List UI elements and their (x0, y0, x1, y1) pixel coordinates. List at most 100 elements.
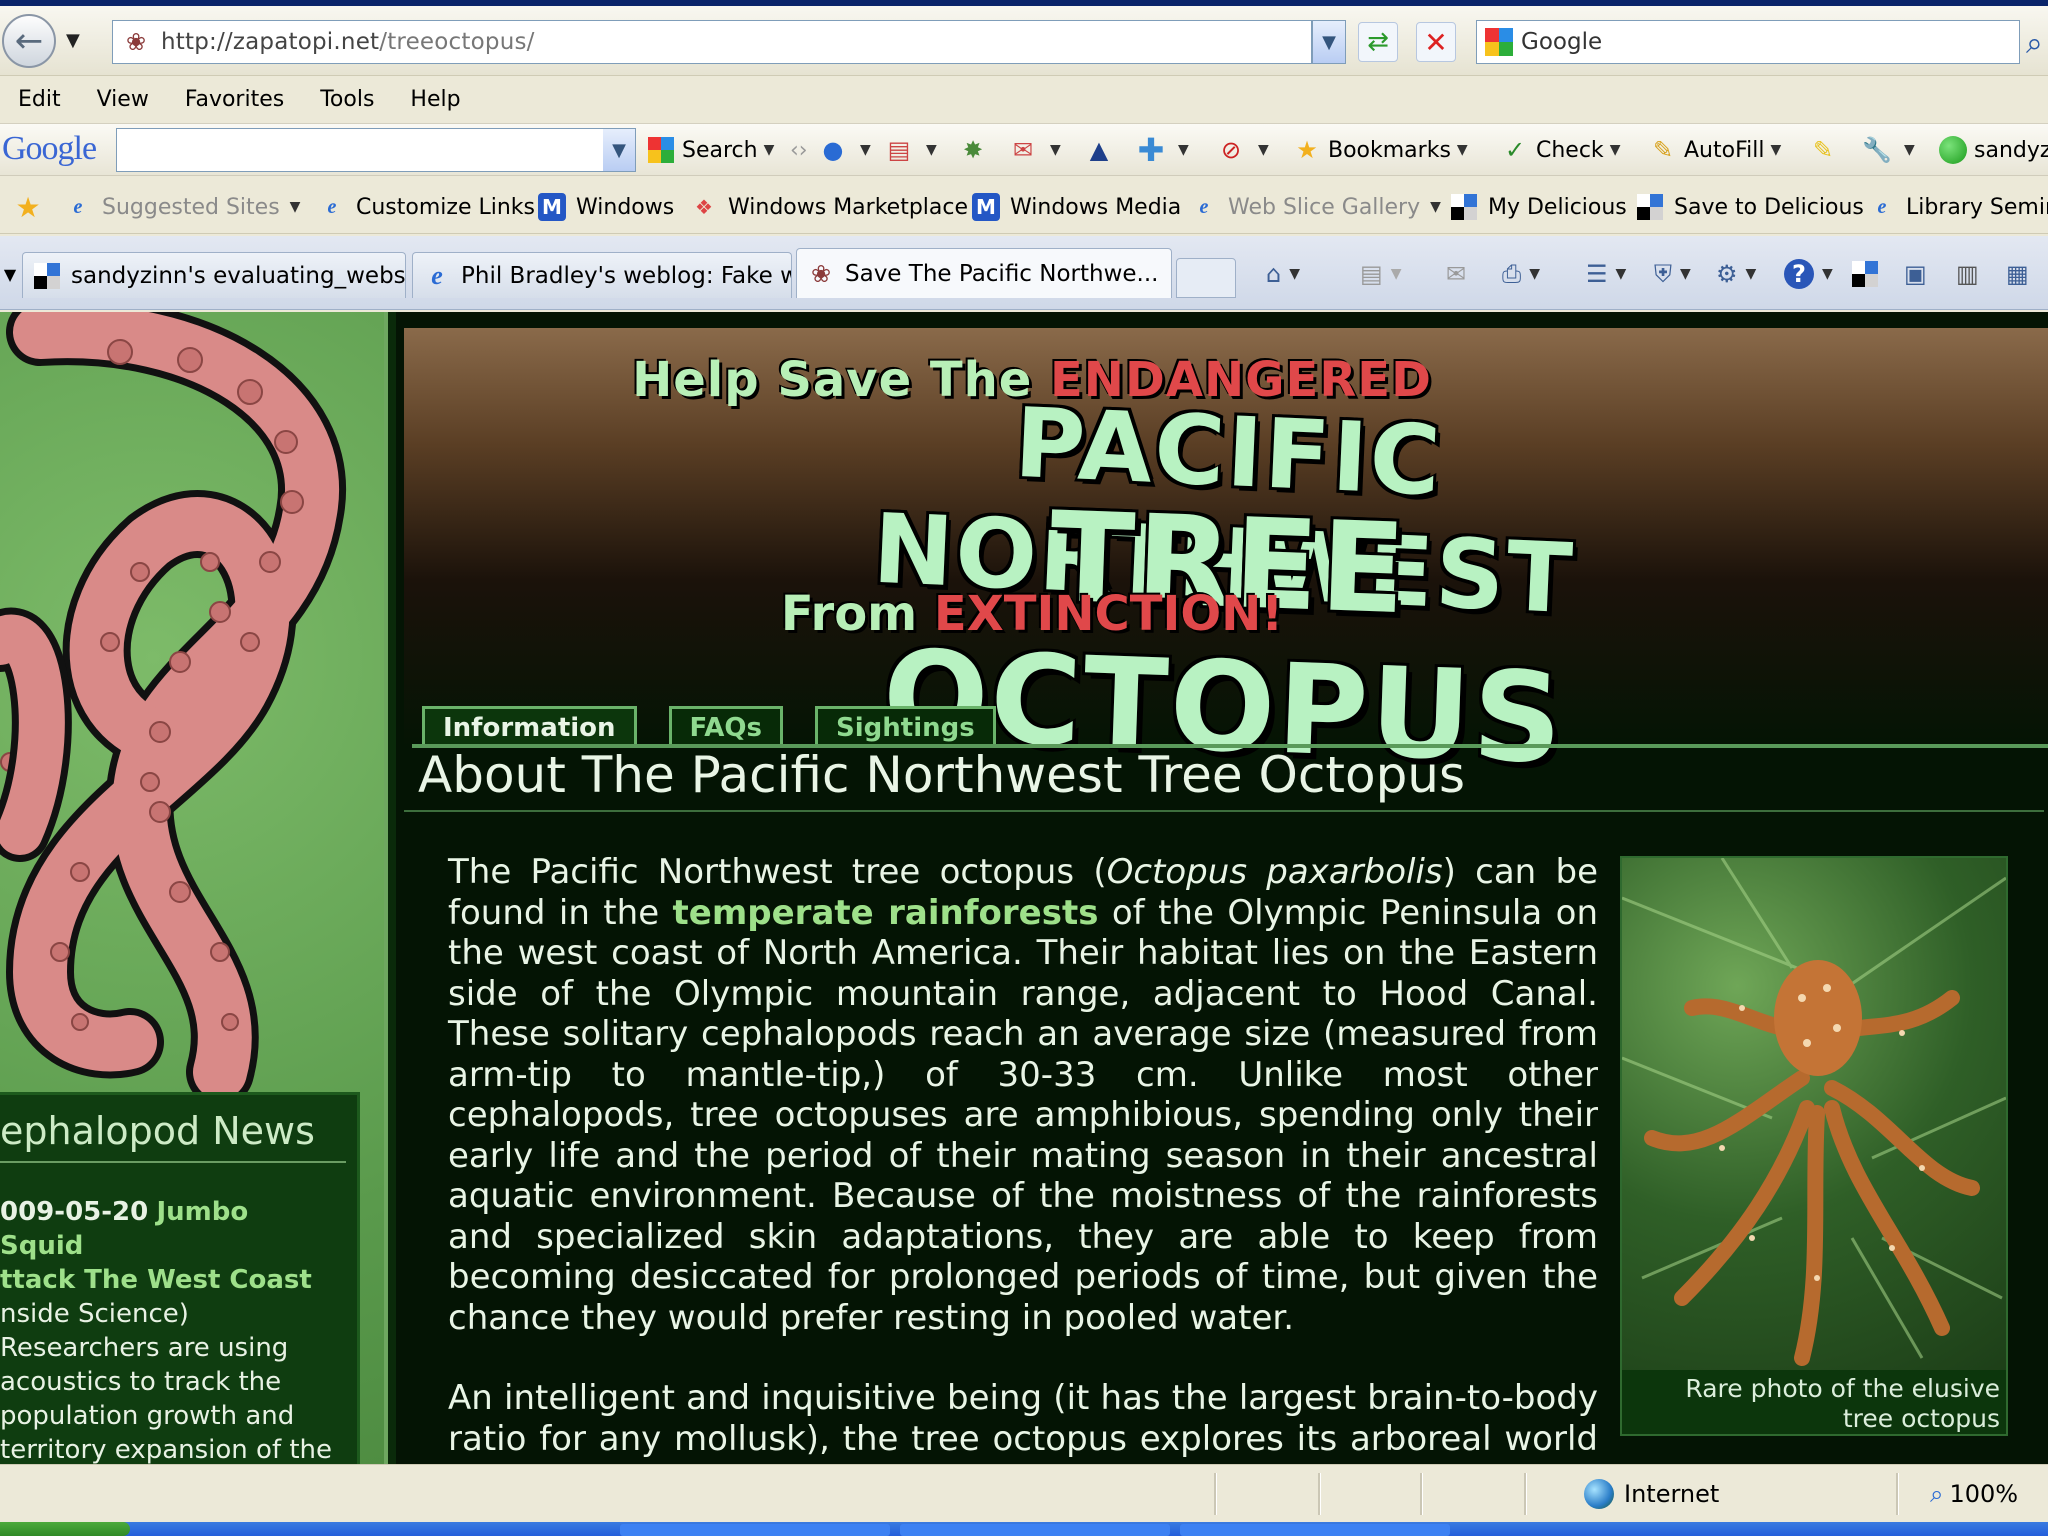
tab-label: Phil Bradley's weblog: Fake w... (461, 262, 792, 289)
refresh-icon[interactable]: ⇄ (1358, 22, 1398, 62)
para1-text-a: The Pacific Northwest tree octopus ( (448, 852, 1107, 892)
news-date: 009-05-20 (0, 1197, 149, 1227)
page-viewport: ephalopod News 009-05-20 Jumbo Squid ttac… (0, 312, 2048, 1464)
menu-edit[interactable]: Edit (18, 87, 61, 112)
status-divider (1214, 1473, 1217, 1515)
search-go-icon[interactable]: ⌕ (2026, 26, 2043, 61)
chevron-down-icon[interactable]: ▼ (1610, 142, 1621, 158)
tab-list-dropdown-icon[interactable]: ▼ (0, 250, 20, 298)
msn-icon: M (538, 193, 566, 221)
spell-check-button[interactable]: ✓ Check ▼ (1500, 134, 1621, 166)
banner-line-4: From EXTINCTION! (404, 586, 1660, 642)
globe-icon[interactable]: ● ▼ (818, 134, 871, 166)
history-dropdown-icon[interactable]: ▼ (66, 30, 80, 51)
page-tab-information[interactable]: Information (422, 706, 637, 747)
menu-favorites[interactable]: Favorites (185, 87, 284, 112)
link-label: Windows (576, 194, 675, 220)
left-sidebar: ephalopod News 009-05-20 Jumbo Squid ttac… (0, 312, 384, 1464)
start-button[interactable] (0, 1522, 130, 1536)
security-zone[interactable]: Internet (1584, 1477, 1719, 1511)
autofill-icon: ✎ (1652, 136, 1674, 164)
link-windows-media[interactable]: M Windows Media (972, 191, 1181, 223)
tree-octopus-photo (1622, 858, 2006, 1370)
favorites-star-icon[interactable]: ★ (14, 191, 52, 224)
mail-icon[interactable]: ✉ ▼ (1008, 134, 1061, 166)
extension-icon[interactable]: ▦ (2006, 258, 2029, 290)
new-tab-button[interactable] (1176, 258, 1236, 298)
google-toolbar-search-input[interactable]: ▼ (116, 128, 636, 172)
bookmarks-button[interactable]: ★ Bookmarks ▼ (1292, 134, 1468, 166)
back-arrow-icon[interactable]: ← (2, 14, 56, 68)
help-icon[interactable]: ? ▼ (1784, 258, 1833, 290)
clipboard-icon[interactable]: ▥ (1956, 258, 1979, 290)
delicious-tag-icon[interactable] (1852, 258, 1878, 290)
news-summary: Researchers are using acoustics to track… (0, 1333, 333, 1464)
menu-help[interactable]: Help (410, 87, 460, 112)
research-icon[interactable]: ▣ (1904, 258, 1927, 290)
link-web-slice-gallery[interactable]: e Web Slice Gallery ▼ (1190, 191, 1441, 223)
scholar-icon[interactable]: ▲ (1084, 134, 1120, 166)
browser-search-input[interactable]: Google (1476, 20, 2020, 64)
ie-page-icon: e (327, 195, 337, 218)
chevron-down-icon[interactable]: ▼ (290, 199, 301, 215)
google-search-button[interactable]: Search ▼ (646, 134, 774, 166)
link-library-seminar[interactable]: e Library Semin (1868, 191, 2048, 223)
link-suggested-sites[interactable]: e Suggested Sites ▼ (64, 191, 301, 223)
link-save-to-delicious[interactable]: Save to Delicious (1636, 191, 1864, 223)
safety-shield-icon[interactable]: ⛨ ▼ (1654, 258, 1691, 290)
cephalopod-news-panel: ephalopod News 009-05-20 Jumbo Squid ttac… (0, 1092, 360, 1464)
banner-from: From (780, 586, 918, 642)
address-toolbar: ← ▼ ❀ http://zapatopi.net/treeoctopus/ ▼… (0, 6, 2048, 76)
page-tab-faqs[interactable]: FAQs (668, 706, 784, 747)
zoom-level[interactable]: ⌕ 100% (1930, 1477, 2018, 1511)
wrench-icon[interactable]: 🔧 ▼ (1862, 134, 1915, 166)
tab-tree-octopus[interactable]: ❀Save The Pacific Northwe...✖ (796, 248, 1172, 298)
stop-icon[interactable]: ✕ (1416, 22, 1456, 62)
link-my-delicious[interactable]: My Delicious (1450, 191, 1627, 223)
menu-tools[interactable]: Tools (320, 87, 374, 112)
taskbar-window-button[interactable] (1180, 1524, 1450, 1536)
tab-phil-bradley[interactable]: e Phil Bradley's weblog: Fake w... (412, 252, 792, 298)
ie-page-icon: e (1877, 195, 1887, 218)
chevron-down-icon[interactable]: ▼ (1430, 199, 1441, 215)
user-label: sandyz (1974, 137, 2048, 163)
address-input[interactable]: ❀ http://zapatopi.net/treeoctopus/ (112, 20, 1312, 64)
popup-blocker-icon[interactable]: ⊘ ▼ (1216, 134, 1269, 166)
translate-icon[interactable]: ✸ (958, 134, 994, 166)
chevron-down-icon[interactable]: ▼ (1770, 142, 1781, 158)
tab-sandyzinn[interactable]: sandyzinn's evaluating_webs... (22, 252, 406, 298)
news-icon[interactable]: ▤ ▼ (884, 134, 937, 166)
feeds-icon[interactable]: ▤ ▼ (1360, 258, 1401, 290)
link-windows-marketplace[interactable]: ❖ Windows Marketplace (690, 191, 968, 223)
zone-label: Internet (1624, 1480, 1720, 1508)
status-bar: Internet ⌕ 100% (0, 1464, 2048, 1522)
menu-view[interactable]: View (97, 87, 149, 112)
news-item: 009-05-20 Jumbo Squid ttack The West Coas… (0, 1195, 340, 1464)
user-account-button[interactable]: sandyz (1938, 134, 2048, 166)
google-search-label: Search (682, 137, 758, 163)
highlighter-icon[interactable]: ✎ (1808, 134, 1844, 166)
species-name: Octopus paxarbolis (1106, 852, 1443, 892)
home-icon[interactable]: ⌂ ▼ (1266, 258, 1300, 290)
google-search-icon (646, 135, 676, 165)
page-tab-sightings[interactable]: Sightings (815, 706, 996, 747)
print-icon[interactable]: ⎙ ▼ (1502, 258, 1540, 290)
google-toolbar-logo[interactable]: Google (2, 130, 97, 168)
temperate-rainforests-link[interactable]: temperate rainforests (673, 893, 1099, 933)
link-label: Suggested Sites (102, 194, 280, 220)
autofill-button[interactable]: ✎ AutoFill ▼ (1648, 134, 1781, 166)
tools-gear-icon[interactable]: ⚙ ▼ (1716, 258, 1756, 290)
add-button-icon[interactable]: ✚ ▼ (1136, 131, 1189, 169)
article-body: The Pacific Northwest tree octopus (Octo… (448, 852, 1598, 1464)
google-search-dropdown-icon[interactable]: ▼ (603, 129, 635, 171)
link-windows[interactable]: M Windows (538, 191, 674, 223)
link-customize-links[interactable]: e Customize Links (318, 191, 535, 223)
address-dropdown-icon[interactable]: ▼ (1312, 20, 1346, 64)
taskbar-window-button[interactable] (900, 1524, 1170, 1536)
page-icon[interactable]: ☰ ▼ (1586, 258, 1626, 290)
read-mail-icon[interactable]: ✉ (1446, 258, 1466, 290)
chevron-down-icon[interactable]: ▼ (1457, 142, 1468, 158)
taskbar-window-button[interactable] (620, 1524, 890, 1536)
news-headline-line2: ttack The West Coast (0, 1265, 312, 1295)
chevron-down-icon[interactable]: ▼ (764, 142, 775, 158)
